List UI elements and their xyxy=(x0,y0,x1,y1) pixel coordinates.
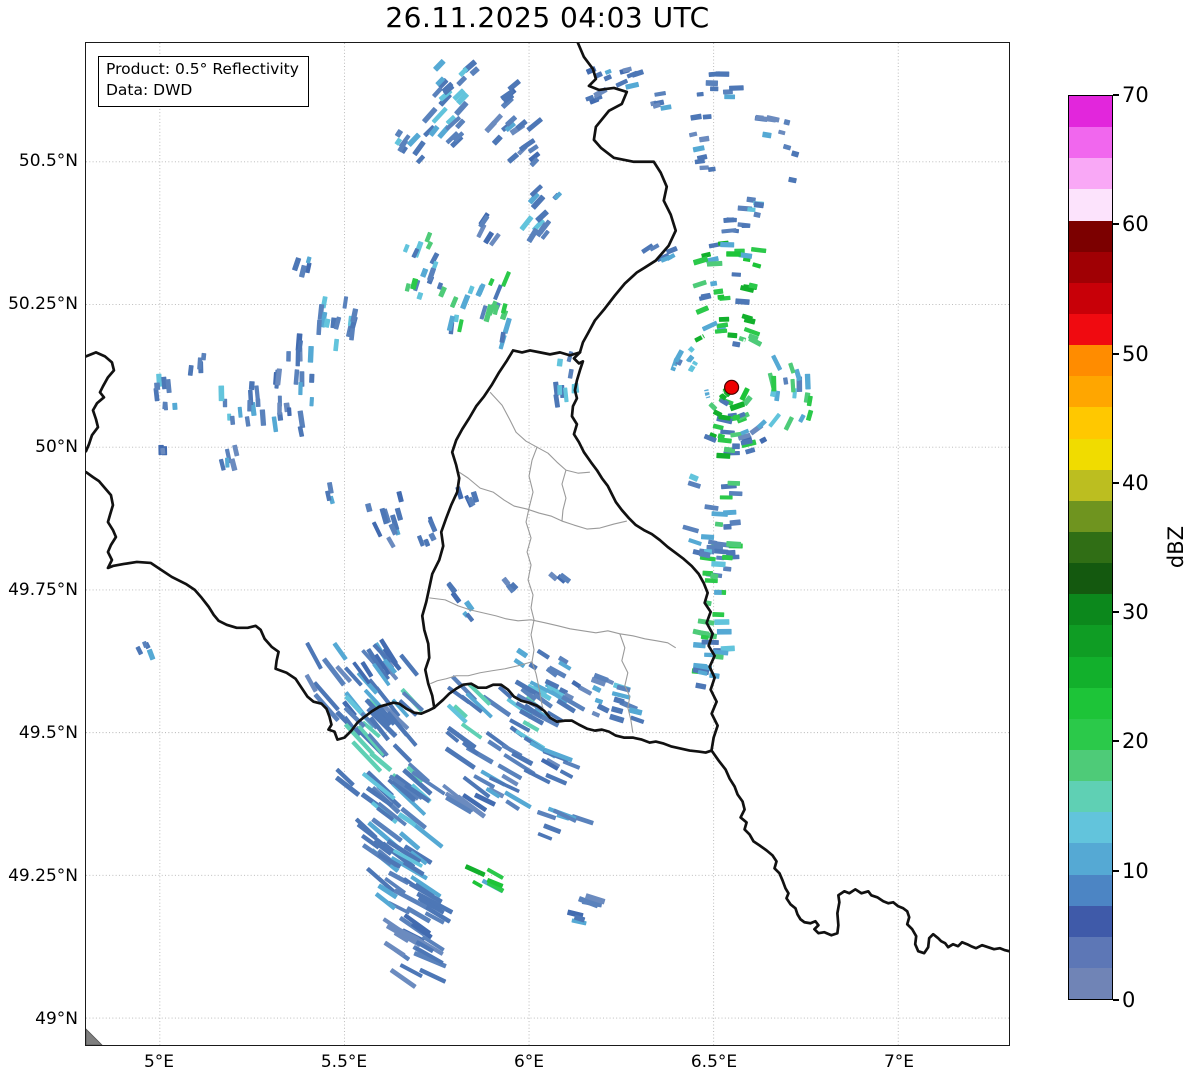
lon-tick-label: 6.5°E xyxy=(690,1052,738,1072)
colorbar-band xyxy=(1069,843,1112,875)
colorbar-band xyxy=(1069,469,1112,501)
colorbar-tick-mark xyxy=(1113,999,1119,1001)
lat-tick-label: 50.25°N xyxy=(8,294,78,314)
colorbar-band xyxy=(1069,189,1112,221)
lat-tick-label: 50.5°N xyxy=(18,151,78,171)
lon-tick-label: 5.5°E xyxy=(320,1052,368,1072)
colorbar-tick-label: 60 xyxy=(1122,212,1149,236)
colorbar-band xyxy=(1069,967,1112,1000)
colorbar-band xyxy=(1069,531,1112,564)
colorbar-tick-label: 20 xyxy=(1122,729,1149,753)
colorbar-band xyxy=(1069,376,1112,408)
colorbar-band xyxy=(1069,656,1112,688)
colorbar-tick-mark xyxy=(1113,223,1119,225)
colorbar-band xyxy=(1069,313,1112,346)
colorbar-band xyxy=(1069,500,1112,532)
colorbar-tick-label: 0 xyxy=(1122,988,1136,1012)
colorbar-band xyxy=(1069,158,1112,190)
product-info-box: Product: 0.5° Reflectivity Data: DWD xyxy=(98,56,309,107)
colorbar-band xyxy=(1069,718,1112,750)
lon-tick-label: 7°E xyxy=(883,1052,915,1072)
colorbar-tick-mark xyxy=(1113,353,1119,355)
product-line: Product: 0.5° Reflectivity xyxy=(106,60,299,78)
colorbar-tick-label: 50 xyxy=(1122,342,1149,366)
lat-tick-label: 49.5°N xyxy=(18,723,78,743)
lon-tick-label: 6°E xyxy=(513,1052,545,1072)
map-corner-artifact xyxy=(86,1028,103,1045)
lat-tick-label: 50°N xyxy=(35,437,78,457)
colorbar-band xyxy=(1069,905,1112,937)
colorbar-tick-mark xyxy=(1113,482,1119,484)
regional-borders xyxy=(429,391,677,733)
colorbar-tick-mark xyxy=(1113,870,1119,872)
colorbar-band xyxy=(1069,407,1112,439)
radar-site-dot xyxy=(724,379,740,395)
colorbar-band xyxy=(1069,749,1112,782)
colorbar xyxy=(1068,95,1113,1000)
colorbar-tick-mark xyxy=(1113,94,1119,96)
colorbar-band xyxy=(1069,812,1112,844)
colorbar-band xyxy=(1069,781,1112,813)
colorbar-band xyxy=(1069,625,1112,657)
data-source-line: Data: DWD xyxy=(106,81,193,100)
colorbar-band xyxy=(1069,220,1112,252)
colorbar-tick-label: 40 xyxy=(1122,471,1149,495)
colorbar-band xyxy=(1069,127,1112,159)
colorbar-band xyxy=(1069,874,1112,906)
colorbar-tick-label: 30 xyxy=(1122,600,1149,624)
map-plot-area: Product: 0.5° Reflectivity Data: DWD xyxy=(85,42,1010,1046)
colorbar-band xyxy=(1069,438,1112,470)
colorbar-band xyxy=(1069,687,1112,719)
radar-reflectivity-cells xyxy=(135,59,814,989)
lat-tick-label: 49.75°N xyxy=(8,580,78,600)
colorbar-tick-label: 70 xyxy=(1122,83,1149,107)
colorbar-band xyxy=(1069,96,1112,128)
lat-tick-label: 49.25°N xyxy=(8,866,78,886)
colorbar-tick-label: 10 xyxy=(1122,859,1149,883)
colorbar-tick-mark xyxy=(1113,740,1119,742)
colorbar-band xyxy=(1069,563,1112,595)
figure-title: 26.11.2025 04:03 UTC xyxy=(385,1,710,34)
colorbar-band xyxy=(1069,282,1112,314)
colorbar-band xyxy=(1069,345,1112,377)
colorbar-band xyxy=(1069,251,1112,283)
lat-tick-label: 49°N xyxy=(35,1009,78,1029)
colorbar-unit-label: dBZ xyxy=(1164,525,1188,569)
radar-map xyxy=(86,43,1009,1045)
radar-figure: 26.11.2025 04:03 UTC Product: 0.5° Refle… xyxy=(0,0,1202,1081)
colorbar-band xyxy=(1069,936,1112,968)
colorbar-band xyxy=(1069,594,1112,626)
colorbar-tick-mark xyxy=(1113,611,1119,613)
lon-tick-label: 5°E xyxy=(143,1052,175,1072)
